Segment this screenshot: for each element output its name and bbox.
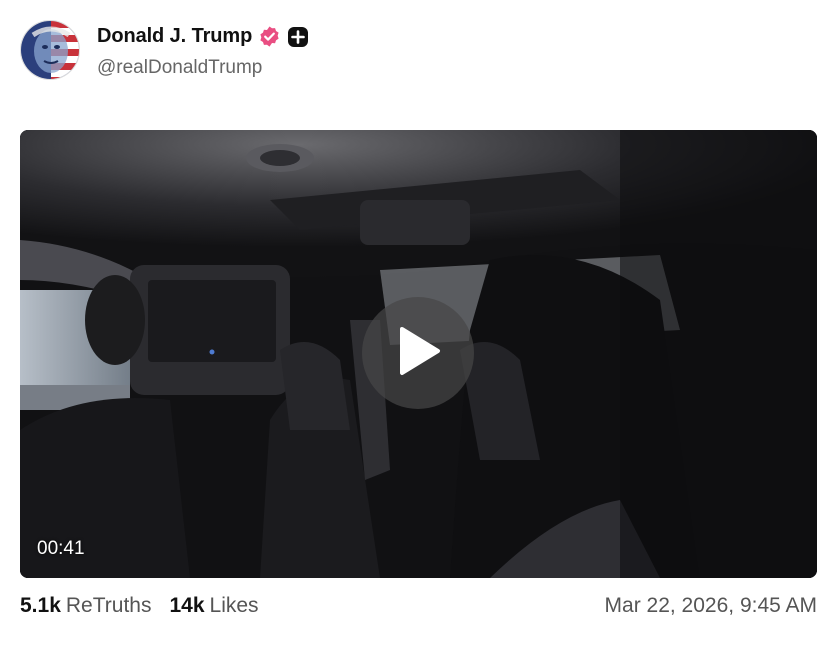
avatar-image (21, 21, 79, 79)
likes-stat[interactable]: 14k Likes (169, 594, 258, 618)
retruths-label: ReTruths (65, 594, 152, 617)
retruths-count: 5.1k (20, 594, 61, 617)
verified-badge-icon (258, 25, 281, 48)
likes-label: Likes (209, 594, 259, 617)
author-handle[interactable]: @realDonaldTrump (97, 57, 262, 79)
avatar[interactable] (20, 20, 80, 80)
video-duration: 00:41 (37, 538, 85, 559)
play-button[interactable] (362, 297, 474, 409)
display-name[interactable]: Donald J. Trump (97, 25, 252, 48)
plus-badge-icon (287, 26, 309, 48)
retruths-stat[interactable]: 5.1k ReTruths (20, 594, 151, 618)
play-icon (394, 325, 442, 382)
name-row: Donald J. Trump (97, 25, 309, 48)
likes-count: 14k (169, 594, 205, 617)
video-player[interactable]: 00:41 (20, 130, 817, 578)
post-timestamp[interactable]: Mar 22, 2026, 9:45 AM (605, 594, 817, 618)
post-stats: 5.1k ReTruths 14k Likes (20, 594, 259, 618)
post-header: Donald J. Trump @realDonaldTrump (20, 20, 820, 82)
